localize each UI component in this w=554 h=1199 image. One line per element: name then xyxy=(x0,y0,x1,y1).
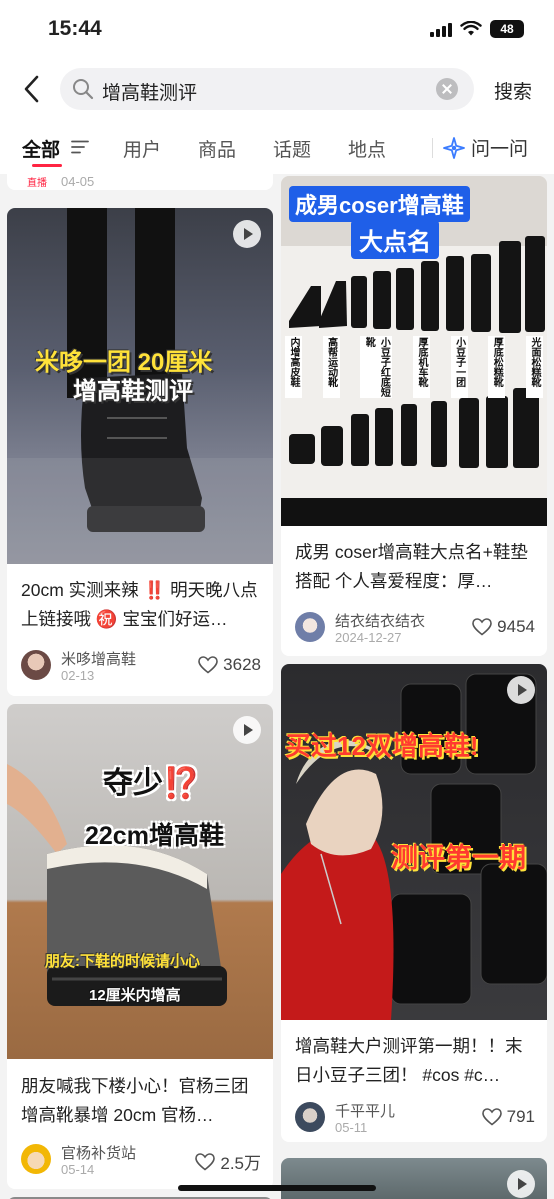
note-cover: 成男coser增高鞋 大点名 内增高皮鞋 高帮运动靴 小豆子红底短靴 厚底机车靴… xyxy=(281,176,547,526)
post-date: 05-11 xyxy=(335,1120,368,1135)
tab-topics[interactable]: 话题 xyxy=(273,135,311,162)
shoe-label: 内增高皮鞋 xyxy=(285,336,302,398)
heart-icon xyxy=(198,656,218,674)
note-title: 增高鞋大户测评第一期！！末日小豆子三团！ #cos #c… xyxy=(295,1036,523,1085)
shoe-label-row: 内增高皮鞋 高帮运动靴 小豆子红底短靴 厚底机车靴 小豆子一团 厚底松糕靴 光面… xyxy=(285,336,543,398)
shoe-label: 厚底松糕靴 xyxy=(488,336,506,398)
author-name[interactable]: 结衣结衣结衣 xyxy=(335,610,425,631)
filter-icon[interactable] xyxy=(71,140,89,154)
wifi-icon xyxy=(460,21,482,36)
video-play-icon xyxy=(233,716,261,744)
ask-button[interactable]: 问一问 xyxy=(443,134,528,161)
avatar[interactable] xyxy=(21,1144,51,1174)
post-date: 02-13 xyxy=(61,668,95,683)
note-meta: 结衣结衣结衣 2024-12-27 9454 xyxy=(295,610,535,646)
like-count: 9454 xyxy=(497,617,535,636)
search-query: 增高鞋测评 xyxy=(102,83,198,104)
cover-caption: 朋友:下鞋的时候请小心 xyxy=(45,953,200,970)
note-title: 成男 coser增高鞋大点名+鞋垫搭配 个人喜爱程度：厚… xyxy=(295,542,528,591)
note-cover: 夺少⁉️ 22cm增高鞋 朋友:下鞋的时候请小心 12厘米内增高 xyxy=(7,704,273,1059)
heart-icon xyxy=(481,1108,502,1126)
tab-products[interactable]: 商品 xyxy=(198,135,236,162)
search-input[interactable]: 增高鞋测评 xyxy=(60,68,474,110)
like-button[interactable]: 9454 xyxy=(472,617,535,637)
shoe-label: 高帮运动靴 xyxy=(322,336,340,398)
like-count: 791 xyxy=(506,1107,535,1126)
partial-card[interactable]: 直播 04-05 xyxy=(7,174,273,190)
shoe-label: 小豆子红底短靴 xyxy=(360,336,393,398)
home-indicator xyxy=(178,1185,376,1191)
note-title: 朋友喊我下楼小心！官杨三团增高靴暴增 20cm 官杨… xyxy=(21,1076,249,1125)
cover-caption: 增高鞋测评 xyxy=(73,378,193,405)
note-cover: 米哆一团 20厘米 增高鞋测评 xyxy=(7,208,273,564)
tab-divider xyxy=(432,138,433,158)
shoe-label: 光面松糕靴 xyxy=(525,336,543,398)
video-play-icon xyxy=(507,1170,535,1198)
live-badge: 直播 xyxy=(27,178,47,189)
video-play-icon xyxy=(507,676,535,704)
search-bar: 增高鞋测评 搜索 xyxy=(0,60,554,120)
cover-caption: 夺少⁉️ xyxy=(103,767,201,800)
shoe-label: 小豆子一团 xyxy=(450,336,468,398)
status-bar: 15:44 48 xyxy=(0,0,554,60)
back-arrow-icon[interactable] xyxy=(18,74,48,104)
status-time: 15:44 xyxy=(48,17,102,40)
cellular-signal-icon xyxy=(430,21,452,37)
note-card[interactable] xyxy=(281,1158,547,1199)
note-meta: 千平平儿 05-11 791 xyxy=(295,1100,535,1136)
author-name[interactable]: 米哆增高鞋 xyxy=(61,648,136,669)
result-feed: 直播 04-05 米哆一团 20厘米 增高鞋测评 20cm 实测来辣 ‼️ 明天… xyxy=(0,174,554,1199)
note-meta: 官杨补货站 05-14 2.5万 xyxy=(21,1142,261,1178)
video-play-icon xyxy=(233,220,261,248)
avatar[interactable] xyxy=(295,612,325,642)
clear-icon[interactable] xyxy=(436,78,458,100)
like-button[interactable]: 3628 xyxy=(198,655,261,675)
search-button[interactable]: 搜索 xyxy=(494,77,532,104)
note-card[interactable]: 夺少⁉️ 22cm增高鞋 朋友:下鞋的时候请小心 12厘米内增高 朋友喊我下楼小… xyxy=(7,704,273,1189)
heart-icon xyxy=(195,1152,216,1171)
post-date: 04-05 xyxy=(61,174,95,189)
like-button[interactable]: 2.5万 xyxy=(195,1149,261,1174)
search-icon xyxy=(73,79,94,100)
post-date: 05-14 xyxy=(61,1162,95,1177)
cover-caption: 成男coser增高鞋 xyxy=(289,186,470,222)
note-card[interactable]: 买过12双增高鞋! 测评第一期 增高鞋大户测评第一期！！末日小豆子三团！ #co… xyxy=(281,664,547,1142)
status-icons: 48 xyxy=(430,20,524,38)
like-count: 2.5万 xyxy=(220,1154,261,1173)
like-button[interactable]: 791 xyxy=(481,1107,535,1127)
battery-icon: 48 xyxy=(490,20,524,38)
filter-tabs: 全部 用户 商品 话题 地点 问一问 xyxy=(0,120,554,174)
like-count: 3628 xyxy=(223,655,261,674)
tab-all[interactable]: 全部 xyxy=(22,135,60,162)
note-title: 20cm 实测来辣 ‼️ 明天晚八点上链接哦 ㊗️ 宝宝们好运… xyxy=(21,580,258,629)
cover-caption: 买过12双增高鞋! xyxy=(285,731,479,761)
active-tab-underline xyxy=(32,164,62,167)
avatar[interactable] xyxy=(21,650,51,680)
author-name[interactable]: 千平平儿 xyxy=(335,1100,395,1121)
cover-caption: 大点名 xyxy=(351,220,439,259)
tab-places[interactable]: 地点 xyxy=(348,135,386,162)
cover-caption: 测评第一期 xyxy=(391,843,526,873)
heart-icon xyxy=(472,618,492,636)
avatar[interactable] xyxy=(295,1102,325,1132)
tab-users[interactable]: 用户 xyxy=(123,135,161,162)
shoe-label: 厚底机车靴 xyxy=(412,336,430,398)
note-card[interactable]: 成男coser增高鞋 大点名 内增高皮鞋 高帮运动靴 小豆子红底短靴 厚底机车靴… xyxy=(281,176,547,656)
cover-caption: 12厘米内增高 xyxy=(89,987,181,1004)
note-card[interactable]: 米哆一团 20厘米 增高鞋测评 20cm 实测来辣 ‼️ 明天晚八点上链接哦 ㊗… xyxy=(7,208,273,696)
author-name[interactable]: 官杨补货站 xyxy=(61,1142,136,1163)
note-cover: 买过12双增高鞋! 测评第一期 xyxy=(281,664,547,1020)
note-meta: 米哆增高鞋 02-13 3628 xyxy=(21,648,261,684)
sparkle-icon xyxy=(443,136,465,159)
ask-label: 问一问 xyxy=(471,139,529,160)
post-date: 2024-12-27 xyxy=(335,630,402,645)
cover-caption: 22cm增高鞋 xyxy=(85,822,224,850)
